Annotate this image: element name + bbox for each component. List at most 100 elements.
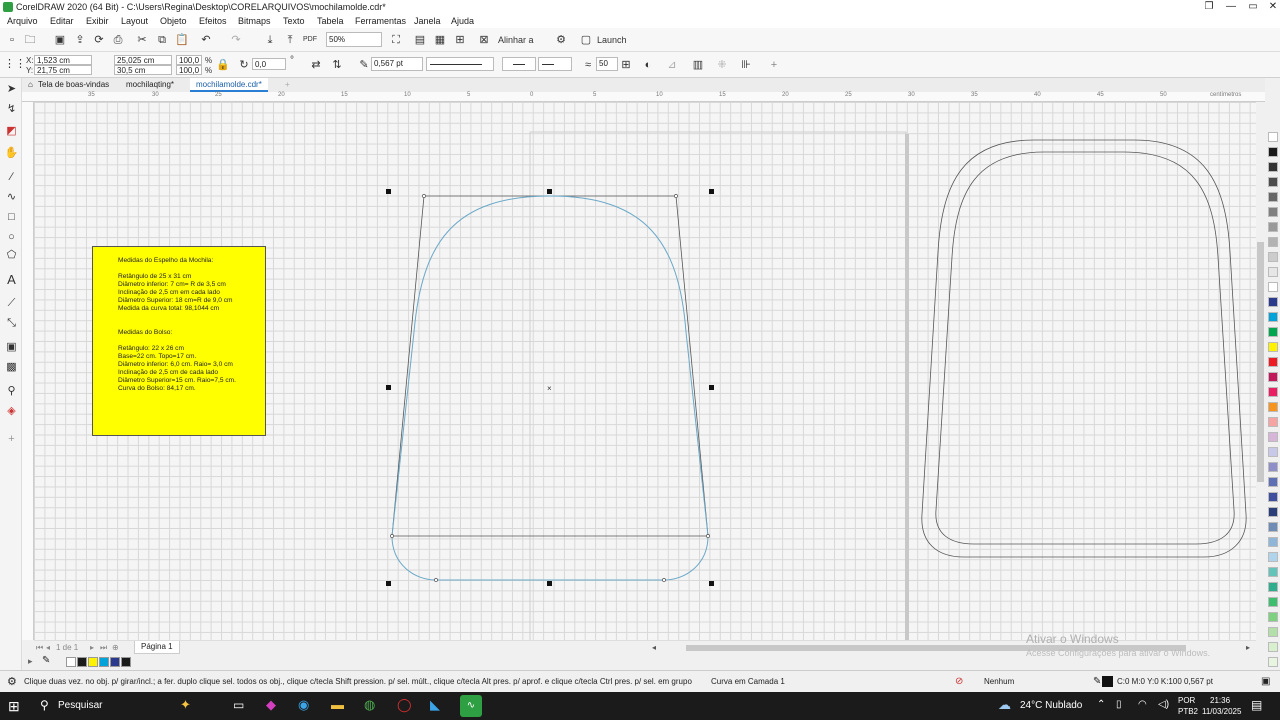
fill-none-icon[interactable]: ⊘ xyxy=(955,671,963,693)
wifi-icon[interactable]: ◠ xyxy=(1138,699,1147,710)
clock-time[interactable]: 21:36 xyxy=(1210,696,1230,705)
artistic-media-icon[interactable]: ∿ xyxy=(4,190,19,205)
tab-mochilaqting[interactable]: mochilaqting* xyxy=(120,78,180,92)
coreldraw-app-icon[interactable]: ◣ xyxy=(430,697,440,713)
document-palette-swatch[interactable] xyxy=(77,657,87,667)
menu-texto[interactable]: Texto xyxy=(283,14,305,28)
coreldraw-active-icon[interactable]: ∿ xyxy=(460,695,482,717)
horizontal-ruler[interactable]: 35 30 25 20 15 10 5 0 5 10 15 20 25 30 3… xyxy=(22,92,1265,102)
snap-off-icon[interactable]: ⊠ xyxy=(476,32,492,48)
windows-start-icon[interactable]: ⊞ xyxy=(8,698,20,715)
open-icon[interactable]: 🗀 xyxy=(22,32,38,48)
palette-swatch[interactable] xyxy=(1268,597,1278,607)
mirror-vertical-icon[interactable]: ⇅ xyxy=(329,57,345,73)
show-rulers-icon[interactable]: ▤ xyxy=(412,32,428,48)
menu-tabela[interactable]: Tabela xyxy=(317,14,344,28)
end-arrowhead-select[interactable] xyxy=(538,57,572,71)
search-icon[interactable]: ⚲ xyxy=(40,698,49,712)
tab-mochilamolde[interactable]: mochilamolde.cdr* xyxy=(190,78,268,92)
palette-swatch[interactable] xyxy=(1268,132,1278,142)
add-tool-icon[interactable]: + xyxy=(4,432,19,447)
options-gear-icon[interactable]: ⚙ xyxy=(553,32,569,48)
parallel-dimension-icon[interactable]: ⟋ xyxy=(4,296,19,311)
scale-height-field[interactable]: 100,0 xyxy=(176,65,202,75)
width-field[interactable]: 25,025 cm xyxy=(114,55,172,65)
outline-pen-status-icon[interactable]: ✎ xyxy=(1093,671,1101,693)
x-position-field[interactable]: 1,523 cm xyxy=(34,55,92,65)
palette-swatch[interactable] xyxy=(1268,237,1278,247)
palette-swatch[interactable] xyxy=(1268,642,1278,652)
import-icon[interactable]: ⤓ xyxy=(262,32,278,48)
palette-swatch[interactable] xyxy=(1268,522,1278,532)
extract-subpath-icon[interactable]: ⊿ xyxy=(664,57,680,73)
file-explorer-icon[interactable]: ▬ xyxy=(331,697,344,712)
eyedropper-small-icon[interactable]: ✎ xyxy=(42,655,50,666)
volume-icon[interactable]: ◁) xyxy=(1158,699,1169,710)
smoothing-field[interactable]: 50 xyxy=(596,57,618,71)
vertical-scroll-thumb[interactable] xyxy=(1257,242,1264,482)
full-screen-icon[interactable]: ⛶ xyxy=(388,32,404,48)
document-palette-swatch[interactable] xyxy=(110,657,120,667)
palette-swatch[interactable] xyxy=(1268,297,1278,307)
palette-swatch[interactable] xyxy=(1268,492,1278,502)
y-position-field[interactable]: 21,75 cm xyxy=(34,65,92,75)
bing-chat-icon[interactable]: ✦ xyxy=(180,697,191,713)
palette-swatch[interactable] xyxy=(1268,147,1278,157)
menu-bitmaps[interactable]: Bitmaps xyxy=(238,14,271,28)
menu-efeitos[interactable]: Efeitos xyxy=(199,14,227,28)
vertical-ruler[interactable] xyxy=(22,102,34,640)
document-palette-swatch[interactable] xyxy=(99,657,109,667)
plus-icon[interactable]: ⊞ xyxy=(618,57,634,73)
palette-swatch[interactable] xyxy=(1268,612,1278,622)
close-curve-icon[interactable]: ◐ xyxy=(640,57,656,73)
line-style-select[interactable] xyxy=(426,57,494,71)
status-gear-icon[interactable]: ⚙ xyxy=(7,671,17,693)
menu-layout[interactable]: Layout xyxy=(121,14,148,28)
center-marker[interactable]: × xyxy=(547,384,552,393)
tray-chevron-icon[interactable]: ⌃ xyxy=(1097,699,1105,710)
start-arrowhead-select[interactable] xyxy=(502,57,536,71)
upload-icon[interactable]: ⇪ xyxy=(72,32,88,48)
new-document-icon[interactable]: ▫ xyxy=(4,32,20,48)
rotation-angle-field[interactable]: 0,0 xyxy=(252,58,286,70)
palette-swatch[interactable] xyxy=(1268,342,1278,352)
freehand-tool-icon[interactable]: ∕ xyxy=(4,170,19,185)
lang-primary[interactable]: POR xyxy=(1178,696,1195,705)
save-icon[interactable]: ▣ xyxy=(52,32,68,48)
palette-swatch[interactable] xyxy=(1268,267,1278,277)
palette-swatch[interactable] xyxy=(1268,282,1278,292)
last-page-icon[interactable]: ⏭ xyxy=(100,641,107,655)
drawing-canvas[interactable]: × Medidas do Espelho da Mochila: Retângu… xyxy=(34,102,1256,640)
palette-swatch[interactable] xyxy=(1268,477,1278,487)
document-palette-swatch[interactable] xyxy=(88,657,98,667)
prev-page-icon[interactable]: ◂ xyxy=(46,641,50,655)
close-button[interactable]: ✕ xyxy=(1262,0,1280,14)
document-palette-swatch[interactable] xyxy=(66,657,76,667)
reduce-nodes-icon[interactable]: ⁜ xyxy=(714,57,730,73)
palette-swatch[interactable] xyxy=(1268,417,1278,427)
outline-color-swatch[interactable] xyxy=(1102,676,1113,687)
palette-swatch[interactable] xyxy=(1268,252,1278,262)
palette-swatch[interactable] xyxy=(1268,402,1278,412)
outline-width-select[interactable]: 0,567 pt xyxy=(371,57,423,71)
redo-icon[interactable]: ↷ xyxy=(228,32,244,48)
transparency-icon[interactable]: ▩ xyxy=(4,360,19,375)
add-page-icon[interactable]: ⊕ xyxy=(112,641,119,655)
bounding-trapezoid[interactable] xyxy=(391,195,709,537)
restore-layout-button[interactable]: ❐ xyxy=(1198,0,1220,14)
palette-swatch[interactable] xyxy=(1268,627,1278,637)
palette-swatch[interactable] xyxy=(1268,462,1278,472)
new-tab-button[interactable]: + xyxy=(279,78,296,92)
menu-editar[interactable]: Editar xyxy=(50,14,74,28)
copy-icon[interactable]: ⧉ xyxy=(154,32,170,48)
tab-welcome[interactable]: Tela de boas-vindas xyxy=(32,78,115,92)
menu-ajuda[interactable]: Ajuda xyxy=(451,14,474,28)
palette-arrow-icon[interactable]: ▸ xyxy=(28,656,33,667)
add-icon[interactable]: + xyxy=(766,57,782,73)
palette-swatch[interactable] xyxy=(1268,357,1278,367)
palette-swatch[interactable] xyxy=(1268,537,1278,547)
connector-tool-icon[interactable]: ⤡ xyxy=(4,316,19,331)
eyedropper-icon[interactable]: ⚲ xyxy=(4,384,19,399)
pan-tool-icon[interactable]: ✋ xyxy=(4,146,19,161)
paste-icon[interactable]: 📋 xyxy=(174,32,190,48)
